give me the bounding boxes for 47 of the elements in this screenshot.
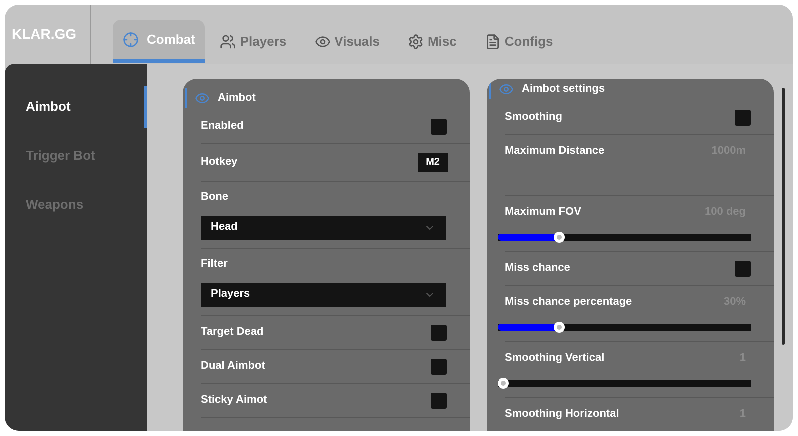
setting-label: Smoothing Horizontal — [505, 407, 620, 422]
setting-label: Target Dead — [201, 325, 264, 340]
setting-label: Enabled — [201, 119, 244, 134]
sidebar-item[interactable]: Trigger Bot — [5, 135, 147, 177]
setting-label: Filter — [201, 257, 229, 272]
setting-label: Maximum FOV — [505, 205, 582, 220]
setting-label: Smoothing Vertical — [505, 351, 605, 366]
eye-icon — [314, 34, 331, 50]
scrollbar[interactable] — [782, 88, 785, 345]
slider-thumb[interactable] — [498, 378, 509, 388]
panel-title: Aimbot — [218, 90, 256, 106]
panel-title: Aimbot settings — [522, 82, 606, 97]
people-icon — [220, 34, 236, 50]
setting-label: Maximum Distance — [505, 144, 605, 159]
slider-track[interactable] — [498, 232, 751, 242]
setting-label: Sticky Aimot — [201, 393, 268, 408]
sidebar-item[interactable]: Weapons — [5, 184, 147, 226]
checkbox[interactable] — [735, 110, 751, 126]
slider-track[interactable] — [498, 378, 751, 388]
checkbox[interactable] — [431, 324, 447, 340]
setting-label: Dual Aimbot — [201, 359, 266, 374]
dropdown[interactable]: Head — [201, 216, 446, 240]
slider-thumb[interactable] — [554, 232, 565, 242]
hotkey-badge[interactable]: M2 — [418, 153, 448, 172]
tab[interactable]: Combat — [113, 20, 206, 63]
checkbox[interactable] — [431, 118, 447, 134]
document-icon — [484, 34, 501, 50]
tab[interactable]: Players — [219, 20, 288, 63]
tab[interactable]: Misc — [406, 20, 458, 63]
setting-label: Smoothing — [505, 110, 562, 126]
slider-thumb[interactable] — [554, 322, 565, 332]
checkbox[interactable] — [735, 260, 751, 276]
checkbox[interactable] — [431, 392, 447, 408]
tab[interactable]: Configs — [484, 20, 554, 63]
setting-label: Bone — [201, 190, 230, 205]
slider-track[interactable] — [498, 322, 751, 332]
checkbox[interactable] — [431, 358, 447, 374]
eye-icon — [499, 82, 514, 96]
setting-label: Miss chance — [505, 261, 570, 276]
brand-logo: KLAR.GG — [12, 25, 77, 44]
setting-label: Hotkey — [201, 155, 238, 170]
gear-icon — [408, 34, 424, 50]
crosshair-icon — [123, 32, 139, 48]
eye-icon — [195, 90, 210, 106]
tab[interactable]: Visuals — [314, 20, 381, 63]
dropdown[interactable]: Players — [201, 282, 446, 306]
setting-label: Miss chance percentage — [505, 295, 632, 310]
